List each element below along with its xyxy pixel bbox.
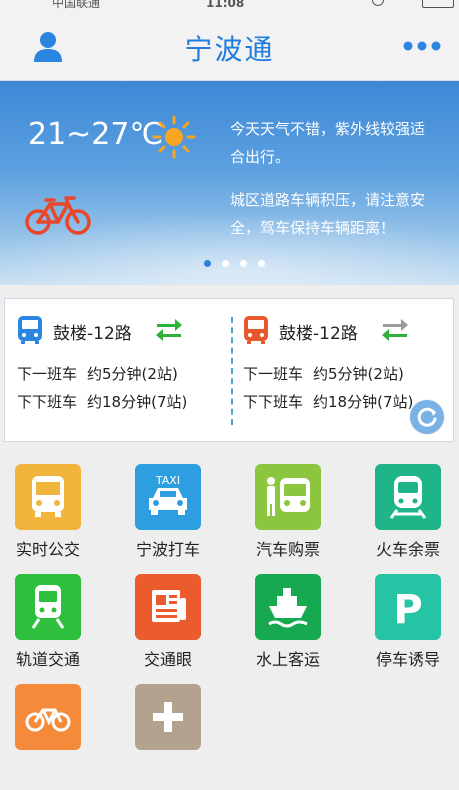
tile-icon-box	[255, 464, 321, 530]
next-bus-row: 下一班车 约5分钟(2站)	[243, 363, 404, 384]
clock-text: 11:08	[206, 0, 245, 10]
route-name: 鼓楼-12路	[53, 324, 132, 344]
route-name: 鼓楼-12路	[279, 324, 358, 344]
service-realtime-bus[interactable]: 实时公交	[0, 460, 103, 570]
train-icon	[389, 476, 427, 519]
taxi-icon: TAXI	[149, 474, 187, 515]
service-coach-ticket[interactable]: 汽车购票	[233, 460, 343, 570]
following-bus-value: 约18分钟(7站)	[87, 393, 188, 411]
page-dot[interactable]	[204, 260, 211, 267]
service-train-tickets[interactable]: 火车余票	[353, 460, 459, 570]
page-dot[interactable]	[258, 260, 265, 267]
service-taxi[interactable]: TAXI 宁波打车	[113, 460, 223, 570]
tile-label: 水上客运	[255, 650, 320, 669]
service-bicycle[interactable]	[0, 680, 103, 790]
newspaper-icon	[152, 590, 186, 622]
more-dots-icon	[403, 41, 441, 51]
bus-icon	[18, 316, 42, 344]
refresh-icon	[417, 407, 437, 427]
next-bus-label: 下一班车	[243, 365, 304, 383]
page-dot[interactable]	[240, 260, 247, 267]
swap-direction-icon[interactable]	[381, 315, 409, 343]
weather-banner[interactable]: 21~27℃ 今天天气不错，紫外线较强适合出行。 城区道路车辆积压，请注意安全，…	[0, 81, 459, 285]
status-bar: 中国联通 11:08	[0, 0, 459, 14]
following-bus-row: 下下班车 约18分钟(7站)	[17, 391, 187, 412]
tile-icon-box	[135, 574, 201, 640]
tile-icon-box	[15, 574, 81, 640]
following-bus-label: 下下班车	[243, 393, 304, 411]
ship-icon	[268, 588, 308, 628]
taxi-badge: TAXI	[155, 474, 180, 487]
page-dot[interactable]	[222, 260, 229, 267]
nav-bar: 宁波通	[0, 14, 459, 81]
tile-icon-box	[135, 684, 201, 750]
refresh-button[interactable]	[410, 400, 444, 434]
tile-icon-box	[375, 464, 441, 530]
weather-message: 今天天气不错，紫外线较强适合出行。	[230, 120, 426, 166]
tile-label: 轨道交通	[15, 650, 80, 669]
parking-icon: P	[393, 587, 422, 632]
following-bus-value: 约18分钟(7站)	[313, 393, 414, 411]
coach-ticket-icon	[267, 477, 310, 516]
next-bus-label: 下一班车	[17, 365, 78, 383]
service-parking[interactable]: P 停车诱导	[353, 570, 459, 680]
bus-arrival-card[interactable]: 鼓楼-12路 下一班车 约5分钟(2站) 下下班车 约18分钟(7站) 鼓楼-12路…	[4, 298, 454, 442]
carrier-text: 中国联通	[52, 0, 101, 10]
tile-label: 火车余票	[375, 540, 440, 559]
page-title: 宁波通	[184, 33, 275, 66]
battery-icon	[422, 0, 454, 8]
service-add-more[interactable]	[113, 680, 223, 790]
alarm-icon	[372, 0, 384, 6]
parking-letter: P	[393, 587, 422, 632]
tile-label: 宁波打车	[135, 540, 200, 559]
page-indicator[interactable]	[204, 252, 276, 271]
next-bus-row: 下一班车 约5分钟(2站)	[17, 363, 178, 384]
bicycle-icon	[25, 708, 71, 732]
service-traffic-eye[interactable]: 交通眼	[113, 570, 223, 680]
bicycle-icon	[25, 196, 91, 235]
metro-icon	[31, 585, 65, 629]
tile-label: 汽车购票	[255, 540, 320, 559]
service-metro[interactable]: 轨道交通	[0, 570, 103, 680]
sun-icon	[152, 115, 196, 159]
swap-direction-icon[interactable]	[155, 315, 183, 343]
more-button[interactable]	[400, 36, 444, 56]
tile-label: 实时公交	[15, 540, 80, 559]
bus-icon	[244, 316, 268, 344]
following-bus-row: 下下班车 约18分钟(7站)	[243, 391, 413, 412]
traffic-message: 城区道路车辆积压，请注意安全，驾车保持车辆距离！	[230, 191, 426, 237]
next-bus-value: 约5分钟(2站)	[87, 365, 178, 383]
tile-label: 交通眼	[143, 650, 192, 669]
tile-icon-box	[15, 684, 81, 750]
bus-icon	[32, 476, 64, 517]
following-bus-label: 下下班车	[17, 393, 78, 411]
tile-label: 停车诱导	[375, 650, 440, 669]
add-icon	[153, 702, 183, 732]
tile-icon-box	[255, 574, 321, 640]
next-bus-value: 约5分钟(2站)	[313, 365, 404, 383]
tile-icon-box	[15, 464, 81, 530]
temperature-text: 21~27℃	[28, 117, 164, 152]
tile-icon-box: TAXI	[135, 464, 201, 530]
bus-route-panel[interactable]: 鼓楼-12路 下一班车 约5分钟(2站) 下下班车 约18分钟(7站)	[5, 299, 225, 441]
service-water-transport[interactable]: 水上客运	[233, 570, 343, 680]
tile-icon-box: P	[375, 574, 441, 640]
